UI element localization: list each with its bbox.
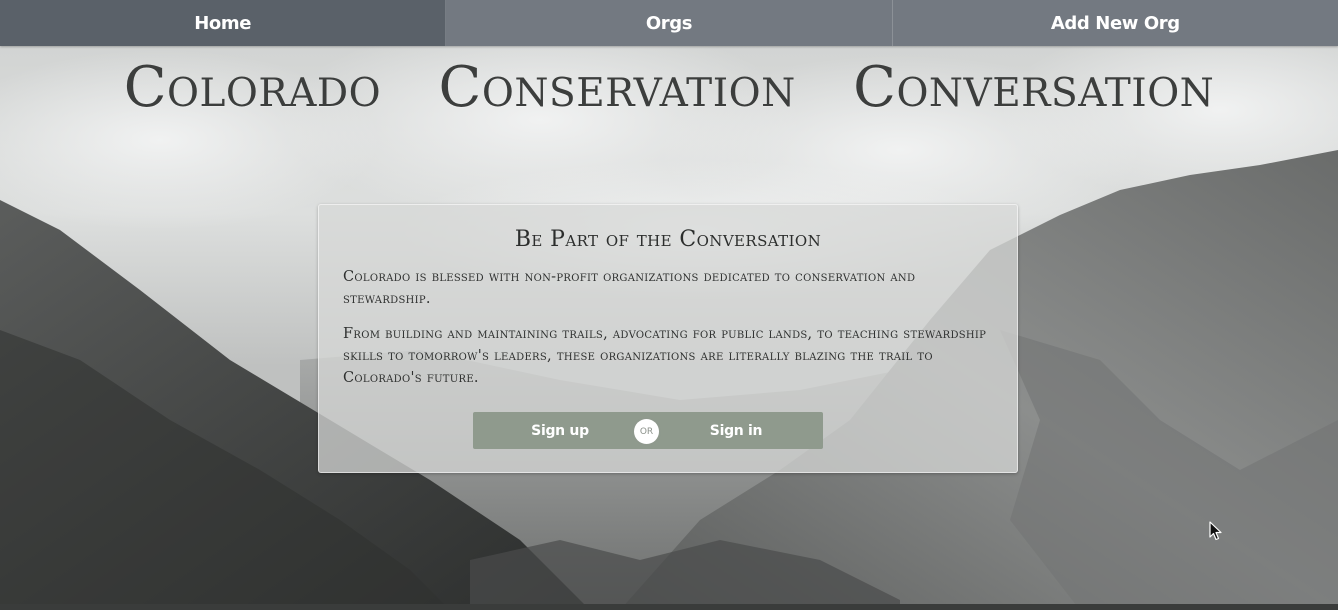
card-paragraph-intro: Colorado is blessed with non-profit orga… — [343, 269, 916, 307]
nav-add-new-org-link[interactable]: Add New Org — [893, 0, 1338, 46]
sign-up-button[interactable]: Sign up — [473, 412, 649, 449]
sign-in-button[interactable]: Sign in — [649, 412, 823, 449]
site-title-word-colorado: Colorado — [123, 54, 382, 120]
nav-orgs-link[interactable]: Orgs — [446, 0, 893, 46]
intro-card: Be Part of the Conversation Colorado is … — [318, 204, 1018, 473]
site-title: Colorado Conservation Conversation — [0, 54, 1338, 120]
or-divider-badge: OR — [634, 419, 659, 444]
auth-button-group: Sign up Sign in OR — [473, 412, 823, 449]
site-title-word-conservation: Conservation — [438, 54, 796, 120]
nav-home-link[interactable]: Home — [0, 0, 447, 46]
site-title-word-conversation: Conversation — [853, 54, 1215, 120]
mouse-pointer-icon — [1209, 521, 1222, 541]
card-title: Be Part of the Conversation — [514, 227, 822, 252]
top-navbar: Home Orgs Add New Org — [0, 0, 1338, 46]
card-paragraph-details: From building and maintaining trails, ad… — [343, 326, 987, 386]
